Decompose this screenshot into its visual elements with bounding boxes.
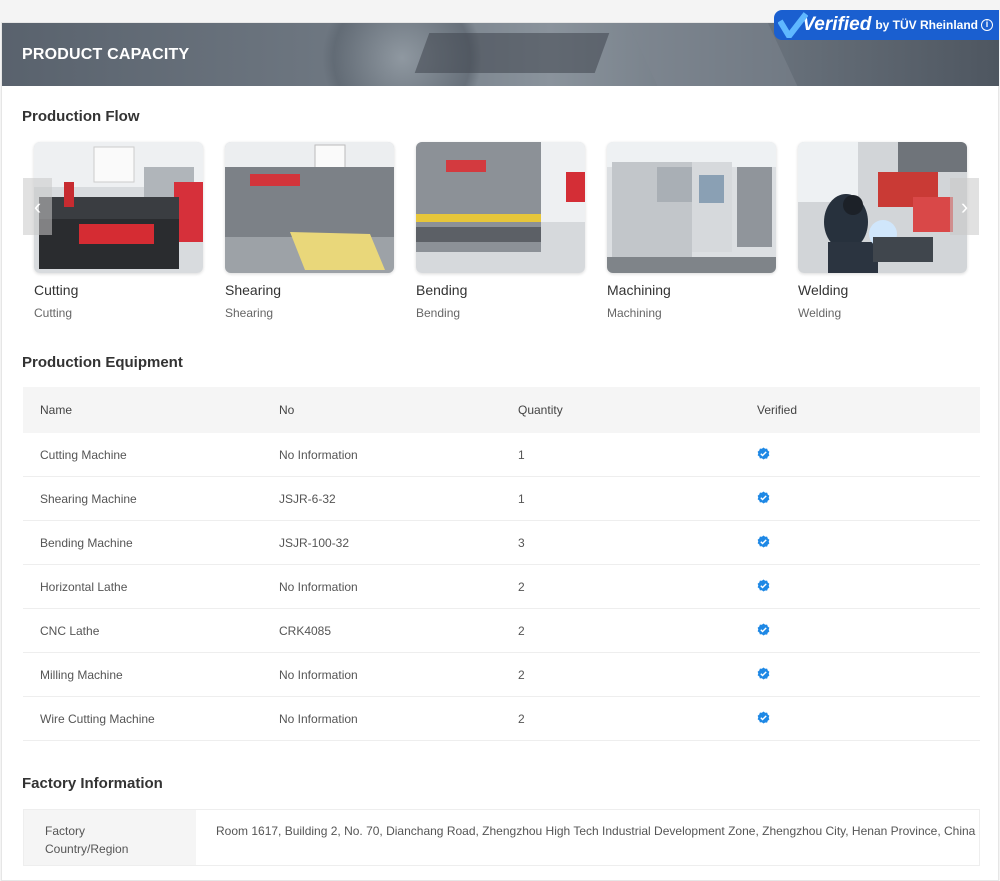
equipment-verified: [740, 535, 980, 551]
equipment-quantity: 2: [518, 623, 525, 638]
factory-label-line2: Country/Region: [45, 842, 129, 856]
table-row: Cutting Machine No Information 1: [23, 433, 980, 477]
bending-photo: [416, 142, 585, 273]
table-row: Wire Cutting Machine No Information 2: [23, 697, 980, 741]
header-name: Name: [40, 403, 73, 417]
verified-check-icon: [757, 447, 770, 460]
flow-item-sub: Bending: [416, 306, 461, 320]
equipment-quantity: 1: [518, 447, 525, 462]
table-row: Milling Machine No Information 2: [23, 653, 980, 697]
equipment-verified: [740, 711, 980, 727]
banner-title: PRODUCT CAPACITY: [22, 46, 190, 63]
equipment-quantity: 1: [518, 491, 525, 506]
equipment-no: JSJR-6-32: [279, 491, 336, 506]
verified-by-tuv-badge[interactable]: Verified by TÜV Rheinland i: [774, 10, 999, 40]
equipment-quantity: 2: [518, 711, 525, 726]
verified-check-icon: [757, 623, 770, 636]
cutting-photo: [34, 142, 203, 273]
equipment-verified: [740, 447, 980, 463]
verified-check-icon: [777, 12, 809, 39]
header-verified: Verified: [757, 403, 798, 417]
equipment-name: Milling Machine: [40, 667, 123, 682]
flow-item-cutting[interactable]: Cutting Cutting: [34, 142, 204, 320]
equipment-name: Cutting Machine: [40, 447, 127, 462]
equipment-no: CRK4085: [279, 623, 332, 638]
welding-photo: [798, 142, 967, 273]
verified-check-icon: [757, 535, 770, 548]
equipment-no: No Information: [279, 447, 358, 462]
flow-item-name: Shearing: [225, 282, 282, 298]
verified-check-icon: [757, 579, 770, 592]
flow-item-sub: Welding: [798, 306, 842, 320]
verified-check-icon: [757, 491, 770, 504]
carousel-prev-button[interactable]: ‹: [23, 178, 52, 235]
table-row: Shearing Machine JSJR-6-32 1: [23, 477, 980, 521]
production-flow-carousel: Cutting Cutting Shearing Shearing Bendin…: [23, 142, 980, 332]
equipment-name: Wire Cutting Machine: [40, 711, 155, 726]
equipment-verified: [740, 667, 980, 683]
shearing-photo: [225, 142, 394, 273]
verified-check-icon: [757, 711, 770, 724]
flow-item-welding[interactable]: Welding Welding: [798, 142, 968, 320]
equipment-quantity: 2: [518, 667, 525, 682]
equipment-name: Shearing Machine: [40, 491, 137, 506]
factory-information-title: Factory Information: [22, 775, 163, 792]
equipment-verified: [740, 491, 980, 507]
flow-item-name: Machining: [607, 282, 671, 298]
production-equipment-title: Production Equipment: [22, 354, 183, 371]
flow-item-shearing[interactable]: Shearing Shearing: [225, 142, 395, 320]
flow-item-machining[interactable]: Machining Machining: [607, 142, 777, 320]
equipment-table: Name No Quantity Verified Cutting Machin…: [23, 387, 980, 741]
verified-by-text: by TÜV Rheinland: [875, 18, 978, 32]
table-row: Bending Machine JSJR-100-32 3: [23, 521, 980, 565]
header-no: No: [279, 403, 295, 417]
equipment-verified: [740, 623, 980, 639]
equipment-name: Horizontal Lathe: [40, 579, 128, 594]
product-capacity-card: PRODUCT CAPACITY Verified by TÜV Rheinla…: [1, 10, 999, 881]
table-header: Name No Quantity Verified: [23, 387, 980, 433]
factory-label: Factory Country/Region: [24, 810, 196, 865]
carousel-next-button[interactable]: ›: [950, 178, 979, 235]
equipment-no: No Information: [279, 579, 358, 594]
flow-item-bending[interactable]: Bending Bending: [416, 142, 586, 320]
flow-item-sub: Cutting: [34, 306, 73, 320]
flow-item-sub: Machining: [607, 306, 662, 320]
equipment-name: Bending Machine: [40, 535, 133, 550]
factory-label-line1: Factory: [45, 824, 86, 838]
header-quantity: Quantity: [518, 403, 563, 417]
flow-item-name: Welding: [798, 282, 849, 298]
equipment-no: JSJR-100-32: [279, 535, 350, 550]
flow-item-name: Bending: [416, 282, 468, 298]
equipment-verified: [740, 579, 980, 595]
flow-item-name: Cutting: [34, 282, 79, 298]
equipment-name: CNC Lathe: [40, 623, 100, 638]
verified-word: Verified: [802, 14, 872, 35]
equipment-no: No Information: [279, 667, 358, 682]
verified-check-icon: [757, 667, 770, 680]
machining-photo: [607, 142, 776, 273]
equipment-no: No Information: [279, 711, 358, 726]
table-row: Horizontal Lathe No Information 2: [23, 565, 980, 609]
factory-address: Room 1617, Building 2, No. 70, Dianchang…: [216, 824, 976, 838]
factory-info-row: Factory Country/Region Room 1617, Buildi…: [23, 809, 980, 866]
flow-item-sub: Shearing: [225, 306, 274, 320]
equipment-quantity: 2: [518, 579, 525, 594]
info-icon[interactable]: i: [981, 19, 993, 31]
production-flow-title: Production Flow: [22, 108, 140, 125]
table-row: CNC Lathe CRK4085 2: [23, 609, 980, 653]
equipment-quantity: 3: [518, 535, 525, 550]
